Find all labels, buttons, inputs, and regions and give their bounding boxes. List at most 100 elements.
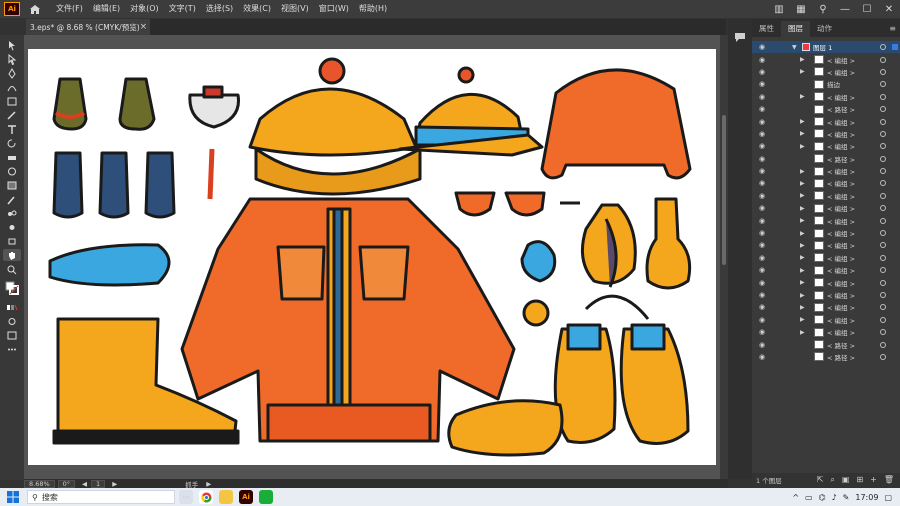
target-icon[interactable] [880,118,886,125]
rotate-tool-icon[interactable] [3,137,21,149]
target-icon[interactable] [880,230,886,237]
sublayer-row[interactable]: ◉ ▶ < 编组 > [752,227,900,239]
volume-icon[interactable]: ♪ [832,493,837,502]
target-icon[interactable] [880,279,886,286]
sublayer-label[interactable]: < 编组 > [827,92,855,102]
sublayer-row[interactable]: ◉ ▶ < 编组 > [752,115,900,127]
visibility-eye-icon[interactable]: ◉ [759,217,767,225]
menu-item[interactable]: 文字(T) [164,0,201,18]
sublayer-label[interactable]: < 编组 > [827,228,855,238]
sublayer-row[interactable]: ◉ 描边 [752,78,900,90]
collapse-arrow-icon[interactable]: ▼ [792,44,797,51]
rotation-field[interactable]: 0° [57,479,76,488]
visibility-eye-icon[interactable]: ◉ [759,266,767,274]
maximize-button[interactable]: ☐ [856,0,878,18]
visibility-eye-icon[interactable]: ◉ [759,68,767,76]
visibility-eye-icon[interactable]: ◉ [759,204,767,212]
sublayer-row[interactable]: ◉ ▶ < 编组 > [752,53,900,65]
task-view-icon[interactable]: ▭ [179,490,193,504]
layer-name[interactable]: 图层 1 [813,42,832,52]
sublayer-label[interactable]: < 编组 > [827,166,855,176]
sublayer-label[interactable]: < 路径 > [827,154,855,164]
visibility-eye-icon[interactable]: ◉ [759,279,767,287]
new-sublayer-icon[interactable]: ⊞ [856,475,863,485]
target-icon[interactable] [880,192,886,199]
expand-arrow-icon[interactable]: ▶ [800,205,805,212]
expand-arrow-icon[interactable]: ▶ [800,130,805,137]
color-mode-icon[interactable] [3,301,21,313]
paintbrush-tool-icon[interactable] [3,109,21,121]
type-tool-icon[interactable] [3,123,21,135]
target-icon[interactable] [880,254,886,261]
fill-stroke-icon[interactable] [3,279,21,297]
visibility-eye-icon[interactable]: ◉ [759,142,767,150]
search-icon[interactable]: ⚲ [812,0,834,18]
sublayer-label[interactable]: < 路径 > [827,340,855,350]
windows-start-icon[interactable] [3,491,23,503]
expand-arrow-icon[interactable]: ▶ [800,254,805,261]
sublayer-label[interactable]: < 编组 > [827,67,855,77]
hand-tool-icon[interactable] [3,249,21,261]
locate-object-icon[interactable]: ⌕ [830,475,834,485]
notifications-icon[interactable]: ▢ [884,493,892,502]
warp-tool-icon[interactable] [3,165,21,177]
clock[interactable]: 17:09 [855,493,878,502]
visibility-eye-icon[interactable]: ◉ [759,291,767,299]
wechat-icon[interactable] [259,490,273,504]
sublayer-label[interactable]: < 编组 > [827,216,855,226]
visibility-eye-icon[interactable]: ◉ [759,80,767,88]
rectangle-tool-icon[interactable] [3,95,21,107]
target-icon[interactable] [880,81,886,88]
blend-tool-icon[interactable] [3,207,21,219]
selection-tool-icon[interactable] [3,39,21,51]
target-icon[interactable] [880,44,886,51]
visibility-eye-icon[interactable]: ◉ [759,56,767,64]
export-icon[interactable]: ⇱ [817,475,824,485]
target-icon[interactable] [880,168,886,175]
sublayer-label[interactable]: 描边 [827,79,840,89]
visibility-eye-icon[interactable]: ◉ [759,316,767,324]
close-window-button[interactable]: ✕ [878,0,900,18]
visibility-eye-icon[interactable]: ◉ [759,241,767,249]
battery-icon[interactable]: ▭ [805,493,813,502]
comment-icon[interactable] [732,29,748,45]
visibility-eye-icon[interactable]: ◉ [759,43,767,51]
target-icon[interactable] [880,56,886,63]
sublayer-label[interactable]: < 编组 > [827,240,855,250]
target-icon[interactable] [880,292,886,298]
expand-arrow-icon[interactable]: ▶ [800,143,805,150]
more-tools-icon[interactable] [3,343,21,355]
visibility-eye-icon[interactable]: ◉ [759,254,767,262]
delete-layer-icon[interactable]: 🗑 [884,475,894,485]
sublayer-row[interactable]: ◉ < 路径 > [752,351,900,363]
tab-layers[interactable]: 图层 [781,21,810,37]
file-explorer-icon[interactable] [219,490,233,504]
sublayer-row[interactable]: ◉ ▶ < 编组 > [752,214,900,226]
sublayer-row[interactable]: ◉ ▶ < 编组 > [752,314,900,326]
scrollbar-thumb[interactable] [722,115,726,265]
illustrator-taskbar-icon[interactable]: Ai [239,490,253,504]
sublayer-label[interactable]: < 路径 > [827,352,855,362]
sublayer-row[interactable]: ◉ < 路径 > [752,338,900,350]
sublayer-row[interactable]: ◉ ▶ < 编组 > [752,165,900,177]
taskbar-search[interactable]: ⚲ 搜索 [27,490,175,504]
sublayer-label[interactable]: < 编组 > [827,191,855,201]
expand-arrow-icon[interactable]: ▶ [800,267,805,274]
sublayer-label[interactable]: < 编组 > [827,253,855,263]
sublayer-row[interactable]: ◉ ▶ < 编组 > [752,91,900,103]
target-icon[interactable] [880,180,886,187]
sublayer-row[interactable]: ◉ ▶ < 编组 > [752,276,900,288]
artboard[interactable] [28,49,716,465]
network-icon[interactable]: ⌬ [819,493,826,502]
workspace-switcher-icon[interactable]: ▦ [790,0,812,18]
sublayer-row[interactable]: ◉ ▶ < 编组 > [752,239,900,251]
layer-row[interactable]: ◉ ▼ 图层 1 [752,41,900,54]
chrome-icon[interactable] [199,490,213,504]
sublayer-row[interactable]: ◉ ▶ < 编组 > [752,202,900,214]
visibility-eye-icon[interactable]: ◉ [759,130,767,138]
sublayer-label[interactable]: < 编组 > [827,327,855,337]
curvature-tool-icon[interactable] [3,81,21,93]
sublayer-label[interactable]: < 编组 > [827,117,855,127]
expand-arrow-icon[interactable]: ▶ [800,93,805,100]
eyedropper-tool-icon[interactable] [3,193,21,205]
